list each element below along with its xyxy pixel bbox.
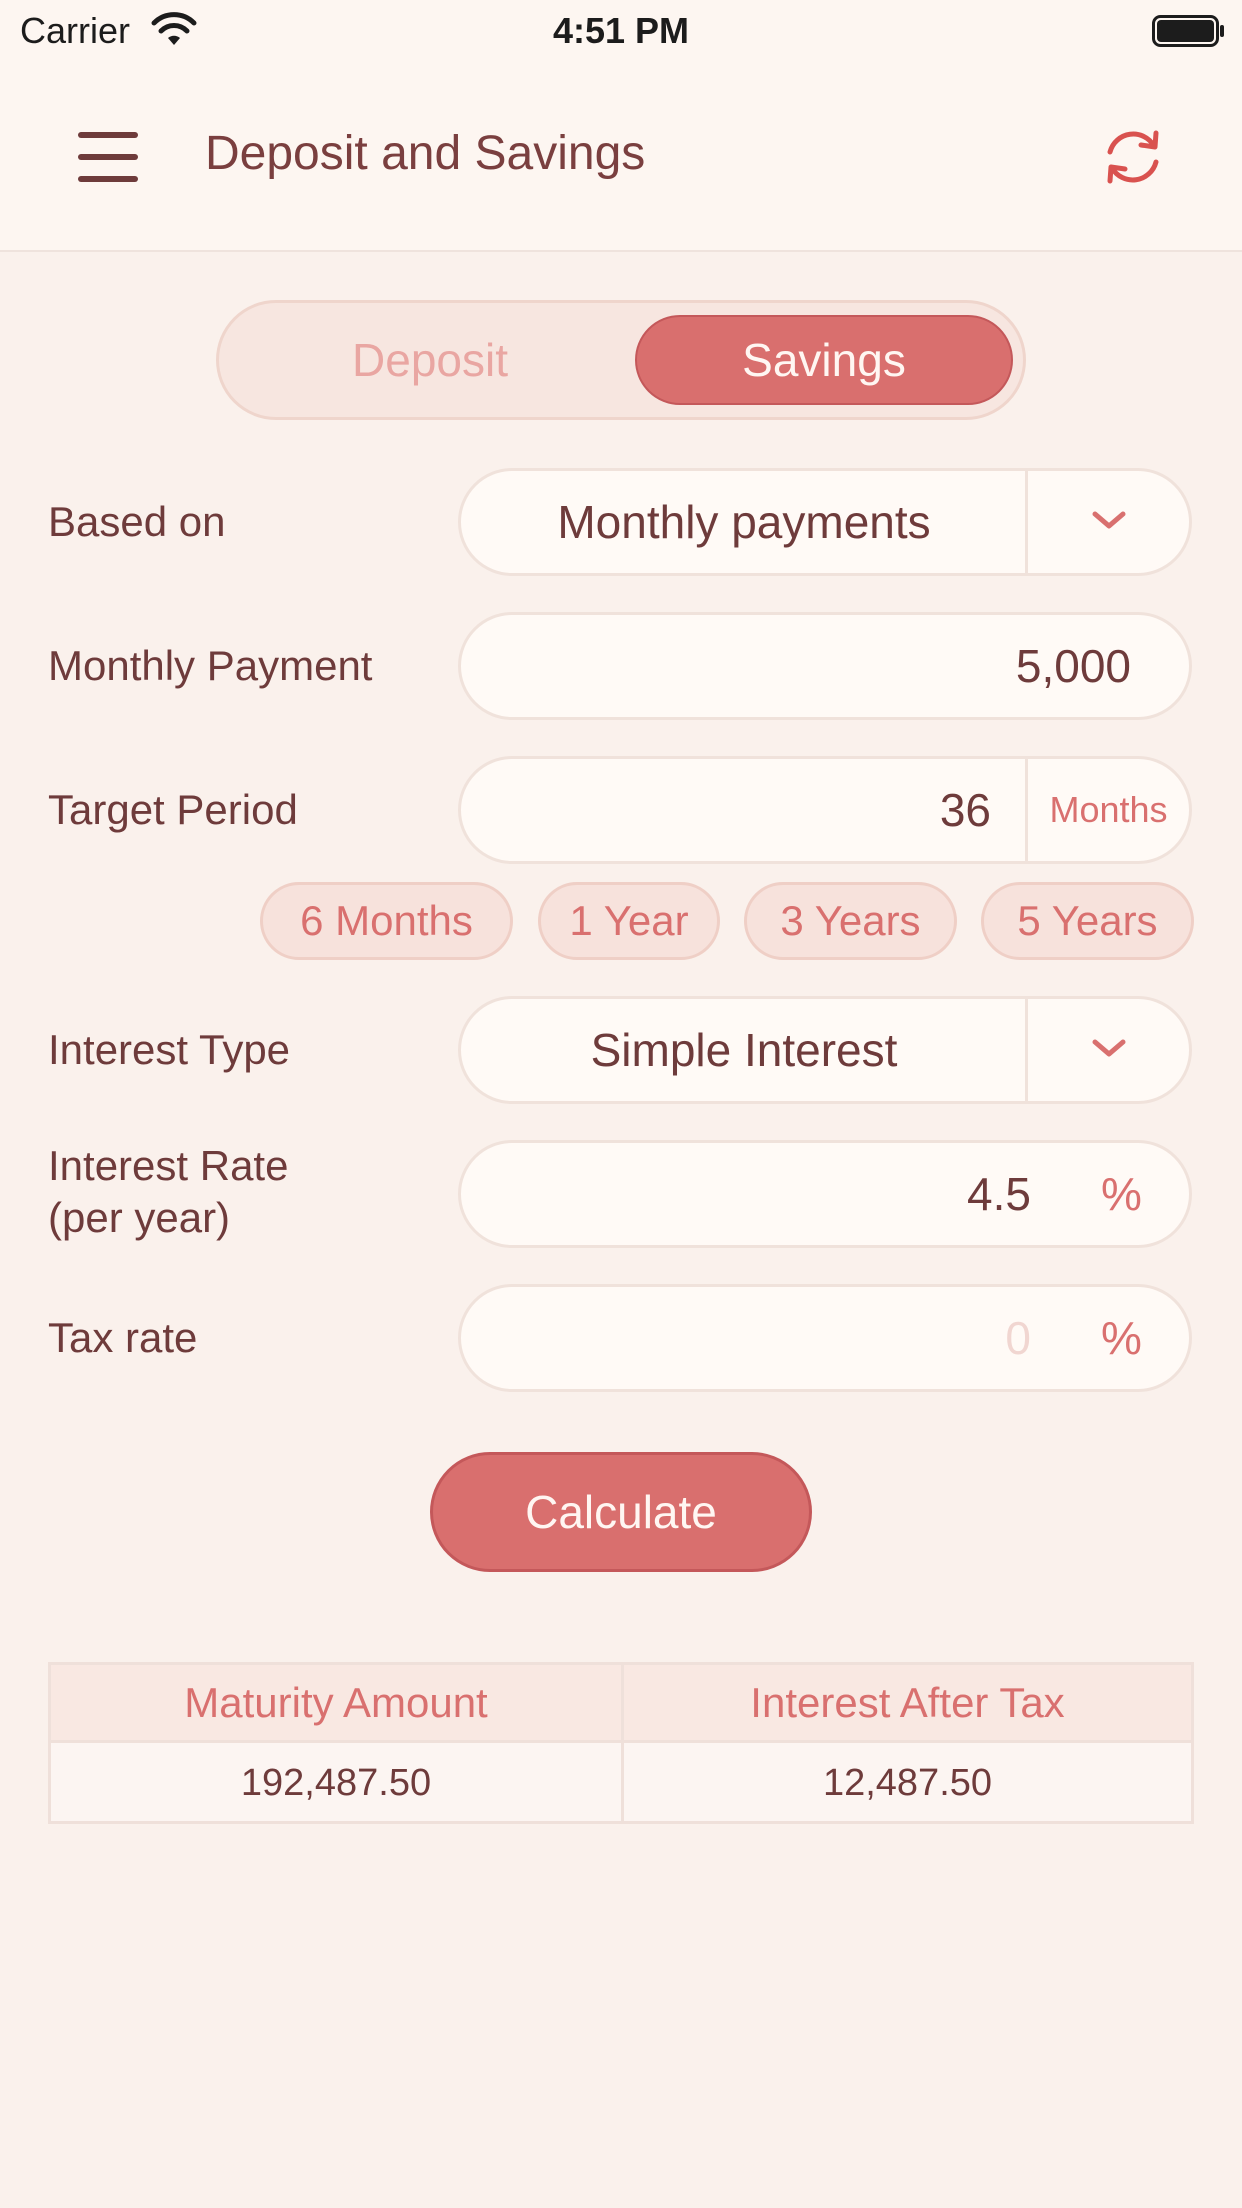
maturity-amount-header: Maturity Amount — [51, 1665, 621, 1743]
status-bar: Carrier 4:51 PM — [0, 0, 1242, 62]
target-period-field: Months — [458, 756, 1192, 864]
clock: 4:51 PM — [552, 10, 690, 51]
interest-rate-label: Interest Rate (per year) — [48, 1140, 288, 1244]
target-period-input[interactable] — [501, 759, 991, 861]
tax-rate-input[interactable] — [501, 1287, 1031, 1389]
chevron-down-icon[interactable] — [1087, 505, 1131, 535]
chip-1-year[interactable]: 1 Year — [538, 882, 720, 960]
interest-type-select[interactable]: Simple Interest — [458, 996, 1192, 1104]
chip-5-years[interactable]: 5 Years — [981, 882, 1194, 960]
interest-rate-field: % — [458, 1140, 1192, 1248]
target-period-label: Target Period — [48, 786, 298, 833]
hamburger-menu-icon[interactable] — [78, 132, 138, 182]
interest-after-tax-header: Interest After Tax — [624, 1665, 1191, 1743]
monthly-payment-input[interactable] — [501, 615, 1131, 717]
interest-after-tax-value: 12,487.50 — [822, 1762, 993, 1804]
based-on-value: Monthly payments — [557, 496, 931, 548]
mode-segmented-control: Deposit Savings — [216, 300, 1026, 420]
tax-rate-unit: % — [1101, 1312, 1142, 1364]
based-on-select[interactable]: Monthly payments — [458, 468, 1192, 576]
battery-icon — [1152, 15, 1224, 47]
interest-rate-label-line1: Interest Rate — [48, 1142, 289, 1189]
interest-rate-input[interactable] — [501, 1143, 1031, 1245]
chip-3-years[interactable]: 3 Years — [744, 882, 957, 960]
tax-rate-label: Tax rate — [48, 1314, 198, 1361]
chevron-down-icon[interactable] — [1087, 1033, 1131, 1063]
page-title: Deposit and Savings — [205, 127, 646, 180]
chip-6-months[interactable]: 6 Months — [260, 882, 513, 960]
results-table: Maturity Amount Interest After Tax 192,4… — [48, 1662, 1194, 1824]
based-on-label: Based on — [48, 498, 226, 545]
nav-bar: Deposit and Savings — [0, 62, 1242, 252]
refresh-icon[interactable] — [1100, 124, 1166, 190]
divider — [1025, 999, 1028, 1101]
monthly-payment-field — [458, 612, 1192, 720]
monthly-payment-label: Monthly Payment — [48, 642, 373, 689]
segment-deposit[interactable]: Deposit — [241, 315, 619, 405]
period-unit-label: Months — [1049, 789, 1168, 830]
interest-rate-label-line2: (per year) — [48, 1194, 231, 1241]
interest-rate-unit: % — [1101, 1168, 1142, 1220]
tax-rate-field: % — [458, 1284, 1192, 1392]
interest-type-label: Interest Type — [48, 1026, 291, 1073]
interest-type-value: Simple Interest — [590, 1024, 898, 1076]
calculate-button[interactable]: Calculate — [430, 1452, 812, 1572]
divider — [1025, 471, 1028, 573]
segment-savings[interactable]: Savings — [635, 315, 1013, 405]
maturity-amount-value: 192,487.50 — [240, 1762, 432, 1804]
